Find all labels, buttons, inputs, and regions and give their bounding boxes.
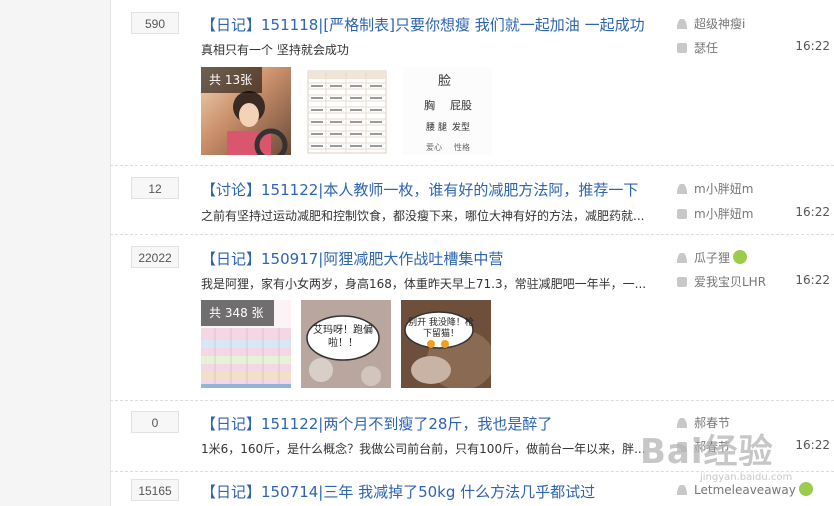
thread-author[interactable]: Letmeleaveaway bbox=[677, 482, 813, 497]
thumb-text: 屁股 bbox=[450, 99, 472, 112]
thumb-text: 脸 bbox=[438, 74, 451, 89]
last-reply-name: 爱我宝贝LHR bbox=[694, 275, 767, 289]
reply-icon bbox=[677, 277, 687, 287]
last-reply-name: m小胖妞m bbox=[694, 207, 754, 221]
thread-author[interactable]: 超级神瘦i bbox=[677, 15, 745, 32]
thread-title-text: 150917|阿狸减肥大作战吐槽集中营 bbox=[261, 250, 504, 268]
thumb-text: 爱心 bbox=[426, 143, 442, 152]
thumb-text: 腿 bbox=[438, 122, 447, 133]
thread-title[interactable]: 【日记】151118|[严格制表]只要你想瘦 我们就一起加油 一起成功 bbox=[201, 14, 645, 35]
thread-excerpt: 1米6，160斤，是什么概念？我做公司前台前，只有100斤，做前台一年以来，胖.… bbox=[201, 442, 646, 456]
thread-title-text: 151118|[严格制表]只要你想瘦 我们就一起加油 一起成功 bbox=[261, 16, 645, 34]
thumb-text: 发型 bbox=[452, 121, 470, 133]
photo-count-badge: 共 348 张 bbox=[201, 300, 274, 326]
reply-icon bbox=[677, 209, 687, 219]
thread-item: 12 【讨论】151122|本人教师一枚，谁有好的减肥方法阿，推荐一下 之前有坚… bbox=[110, 166, 834, 235]
reply-count: 0 bbox=[131, 411, 179, 433]
thread-author[interactable]: 瓜子狸 bbox=[677, 249, 748, 266]
thread-item: 22022 【日记】150917|阿狸减肥大作战吐槽集中营 我是阿狸，家有小女两… bbox=[110, 235, 834, 401]
thread-excerpt: 我是阿狸，家有小女两岁，身高168，体重昨天早上71.3，常驻减肥吧一年半，一.… bbox=[201, 277, 646, 291]
watermark-brand: Bai经验 bbox=[640, 432, 774, 472]
thumbnail-image[interactable]: 艾玛呀！跑偏啦！！ bbox=[301, 300, 391, 388]
thread-item: 590 【日记】151118|[严格制表]只要你想瘦 我们就一起加油 一起成功 … bbox=[110, 0, 834, 166]
thumbnail-image[interactable]: 别开 我没降！枪下留猫！ bbox=[401, 300, 491, 388]
thread-tag: 【讨论】 bbox=[201, 181, 262, 199]
user-icon bbox=[677, 253, 687, 263]
thread-tag: 【日记】 bbox=[201, 250, 262, 268]
thumbnail-image[interactable]: 脸 胸 屁股 腰 腿 发型 爱心 性格 bbox=[402, 67, 492, 155]
thread-title[interactable]: 【日记】151122|两个月不到瘦了28斤，我也是醉了 bbox=[201, 413, 552, 434]
author-name: 超级神瘦i bbox=[694, 17, 746, 31]
thread-title[interactable]: 【讨论】151122|本人教师一枚，谁有好的减肥方法阿，推荐一下 bbox=[201, 179, 638, 200]
reply-count: 12 bbox=[131, 177, 179, 199]
thread-tag: 【日记】 bbox=[201, 483, 262, 501]
author-name: m小胖妞m bbox=[694, 182, 754, 196]
thread-title[interactable]: 【日记】150714|三年 我减掉了50kg 什么方法几乎都试过 bbox=[201, 481, 595, 502]
author-name: Letmeleaveaway bbox=[694, 483, 796, 497]
user-icon bbox=[677, 19, 687, 29]
body-parts-text-image: 脸 胸 屁股 腰 腿 发型 爱心 性格 bbox=[424, 74, 472, 152]
left-sidebar bbox=[0, 0, 111, 506]
user-icon bbox=[677, 485, 687, 495]
thumb-text: 胸 bbox=[424, 98, 435, 112]
emoji-icon bbox=[733, 250, 748, 264]
thumbnail-image[interactable]: 共 13张 bbox=[201, 67, 291, 155]
reply-icon bbox=[677, 43, 687, 53]
thumbnail-image[interactable] bbox=[302, 67, 392, 155]
thread-excerpt: 之前有坚持过运动减肥和控制饮食，都没瘦下来，哪位大神有好的方法，减肥药就... bbox=[201, 209, 645, 223]
thread-tag: 【日记】 bbox=[201, 415, 262, 433]
weight-table-image bbox=[307, 70, 387, 154]
author-name: 瓜子狸 bbox=[694, 251, 731, 265]
reply-time: 16:22 bbox=[795, 205, 830, 219]
thread-title-text: 151122|本人教师一枚，谁有好的减肥方法阿，推荐一下 bbox=[261, 181, 639, 199]
reply-time: 16:22 bbox=[795, 39, 830, 53]
thread-tag: 【日记】 bbox=[201, 16, 262, 34]
speech-bubble-text: 别开 我没降！枪下留猫！ bbox=[408, 318, 474, 339]
baidu-jingyan-watermark: Bai经验 jingyan.baidu.com bbox=[640, 424, 830, 484]
thread-title-text: 151122|两个月不到瘦了28斤，我也是醉了 bbox=[261, 415, 553, 433]
last-reply[interactable]: 爱我宝贝LHR bbox=[677, 273, 766, 290]
thumb-text: 腰 bbox=[426, 122, 435, 133]
last-reply[interactable]: m小胖妞m bbox=[677, 205, 753, 222]
photo-count-badge: 共 13张 bbox=[201, 67, 263, 93]
last-reply-name: 瑟任 bbox=[694, 41, 719, 55]
cat-photo-image bbox=[401, 300, 491, 388]
emoji-icon bbox=[798, 482, 813, 496]
thumb-text: 性格 bbox=[454, 142, 470, 152]
reply-count: 590 bbox=[131, 12, 179, 34]
reply-count: 15165 bbox=[131, 479, 179, 501]
thread-excerpt: 真相只有一个 坚持就会成功 bbox=[201, 43, 349, 57]
thread-title[interactable]: 【日记】150917|阿狸减肥大作战吐槽集中营 bbox=[201, 248, 503, 269]
reply-count: 22022 bbox=[131, 246, 179, 268]
thread-author[interactable]: m小胖妞m bbox=[677, 180, 753, 197]
thread-title-text: 150714|三年 我减掉了50kg 什么方法几乎都试过 bbox=[261, 483, 596, 501]
thumbnail-image[interactable]: 共 348 张 bbox=[201, 300, 291, 388]
last-reply[interactable]: 瑟任 bbox=[677, 39, 718, 56]
watermark-url: jingyan.baidu.com bbox=[700, 472, 793, 483]
speech-bubble-text: 艾玛呀！跑偏啦！！ bbox=[313, 325, 373, 349]
user-icon bbox=[677, 184, 687, 194]
reply-time: 16:22 bbox=[795, 273, 830, 287]
